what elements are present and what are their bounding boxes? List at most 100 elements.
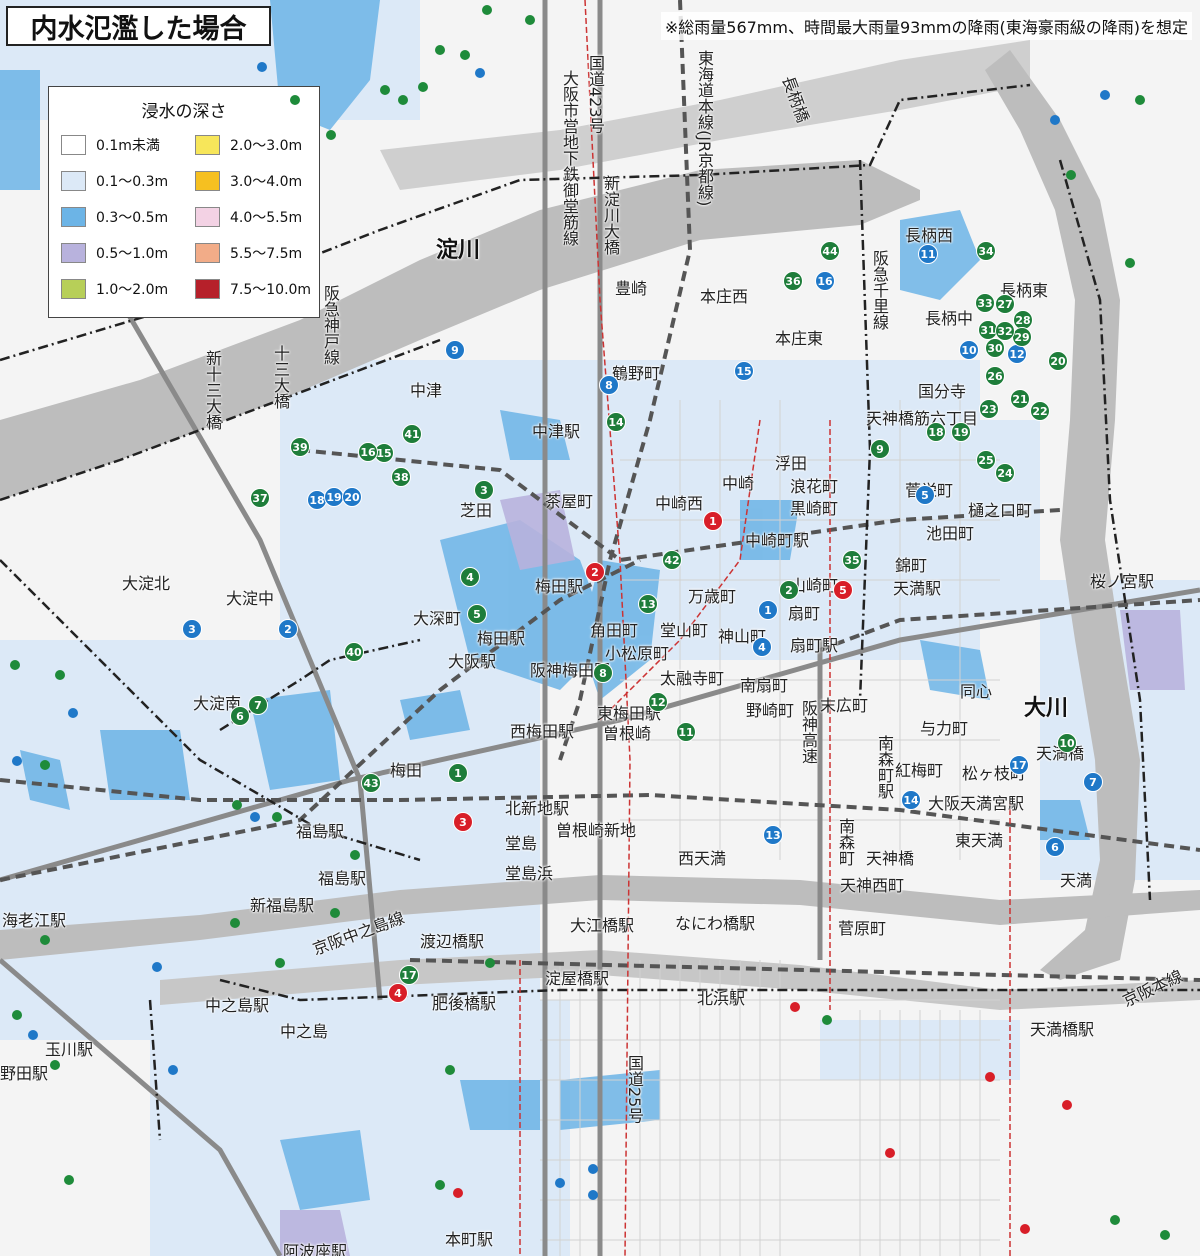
shelter-marker-blue[interactable]: 17: [1009, 755, 1029, 775]
shelter-marker-green[interactable]: 25: [976, 450, 996, 470]
shelter-marker-green[interactable]: 19: [951, 422, 971, 442]
shelter-marker-blue[interactable]: 11: [918, 244, 938, 264]
shelter-marker-red[interactable]: 4: [388, 983, 408, 1003]
shelter-marker-green[interactable]: 6: [230, 706, 250, 726]
shelter-marker-blue[interactable]: 9: [445, 340, 465, 360]
shelter-marker-green[interactable]: 41: [402, 424, 422, 444]
shelter-marker-blue[interactable]: 3: [182, 619, 202, 639]
facility-dot: [588, 1190, 598, 1200]
shelter-marker-green[interactable]: 27: [995, 294, 1015, 314]
shelter-marker-green[interactable]: 33: [975, 293, 995, 313]
shelter-marker-green[interactable]: 35: [842, 550, 862, 570]
shelter-marker-green[interactable]: 18: [926, 422, 946, 442]
map-label: 本庄西: [700, 287, 749, 306]
map-label: 小松原町: [605, 644, 670, 663]
facility-dot: [555, 1178, 565, 1188]
shelter-marker-green[interactable]: 17: [399, 965, 419, 985]
shelter-marker-green[interactable]: 37: [250, 488, 270, 508]
shelter-marker-green[interactable]: 5: [467, 604, 487, 624]
shelter-marker-green[interactable]: 22: [1030, 401, 1050, 421]
legend-item: 3.0〜4.0m: [195, 171, 302, 191]
shelter-marker-green[interactable]: 38: [391, 467, 411, 487]
facility-dot: [10, 660, 20, 670]
shelter-marker-green[interactable]: 26: [985, 366, 1005, 386]
shelter-marker-red[interactable]: 1: [703, 511, 723, 531]
shelter-marker-blue[interactable]: 19: [324, 487, 344, 507]
shelter-marker-green[interactable]: 9: [870, 439, 890, 459]
shelter-marker-green[interactable]: 7: [248, 695, 268, 715]
shelter-marker-red[interactable]: 2: [585, 562, 605, 582]
map-label: 中之島駅: [205, 996, 270, 1015]
map-label: 万歳町: [688, 587, 737, 606]
map-label: 渡辺橋駅: [420, 932, 485, 951]
shelter-marker-green[interactable]: 21: [1010, 389, 1030, 409]
shelter-marker-green[interactable]: 4: [460, 567, 480, 587]
shelter-marker-green[interactable]: 32: [995, 321, 1015, 341]
shelter-marker-blue[interactable]: 4: [752, 637, 772, 657]
shelter-marker-green[interactable]: 16: [358, 442, 378, 462]
facility-dot: [525, 15, 535, 25]
map-label: 錦町: [895, 556, 928, 575]
shelter-marker-green[interactable]: 24: [995, 463, 1015, 483]
shelter-marker-blue[interactable]: 5: [915, 485, 935, 505]
shelter-marker-green[interactable]: 34: [976, 241, 996, 261]
map-label: 南森町: [836, 818, 855, 866]
map-label: 海老江駅: [2, 911, 67, 930]
map-label: 扇町駅: [790, 636, 839, 655]
shelter-marker-blue[interactable]: 12: [1007, 344, 1027, 364]
legend-label: 0.1m未満: [96, 138, 160, 154]
map-label: 東海道本線(JR京都線): [695, 50, 714, 207]
facility-dot: [350, 850, 360, 860]
shelter-marker-green[interactable]: 8: [593, 663, 613, 683]
shelter-marker-green[interactable]: 14: [606, 412, 626, 432]
facility-dot: [257, 62, 267, 72]
shelter-marker-green[interactable]: 39: [290, 437, 310, 457]
shelter-marker-blue[interactable]: 1: [758, 600, 778, 620]
shelter-marker-green[interactable]: 30: [985, 338, 1005, 358]
map-label: 大江橋駅: [570, 916, 635, 935]
shelter-marker-green[interactable]: 44: [820, 241, 840, 261]
map-label: 阪急神戸線: [321, 285, 340, 365]
shelter-marker-green[interactable]: 1: [448, 763, 468, 783]
shelter-marker-green[interactable]: 11: [676, 722, 696, 742]
legend-item: 2.0〜3.0m: [195, 135, 302, 155]
legend-swatch: [195, 279, 220, 299]
shelter-marker-red[interactable]: 3: [453, 812, 473, 832]
shelter-marker-blue[interactable]: 7: [1083, 772, 1103, 792]
flood-map[interactable]: 内水氾濫した場合 ※総雨量567mm、時間最大雨量93mmの降雨(東海豪雨級の降…: [0, 0, 1200, 1256]
shelter-marker-blue[interactable]: 13: [763, 825, 783, 845]
shelter-marker-blue[interactable]: 6: [1045, 837, 1065, 857]
shelter-marker-green[interactable]: 13: [638, 594, 658, 614]
shelter-marker-blue[interactable]: 2: [278, 619, 298, 639]
shelter-marker-green[interactable]: 42: [662, 550, 682, 570]
map-label: 樋之口町: [968, 501, 1033, 520]
map-label: 天満駅: [893, 579, 942, 598]
map-label: 新十三大橋: [203, 350, 222, 430]
facility-dot: [445, 1065, 455, 1075]
shelter-marker-blue[interactable]: 8: [599, 375, 619, 395]
shelter-marker-green[interactable]: 36: [783, 271, 803, 291]
map-label: 新淀川大橋: [601, 175, 620, 255]
shelter-marker-green[interactable]: 2: [779, 580, 799, 600]
shelter-marker-blue[interactable]: 14: [901, 790, 921, 810]
shelter-marker-blue[interactable]: 20: [342, 487, 362, 507]
shelter-marker-red[interactable]: 5: [833, 580, 853, 600]
facility-dot: [985, 1072, 995, 1082]
map-label: 堂島浜: [505, 864, 554, 883]
shelter-marker-green[interactable]: 3: [474, 480, 494, 500]
shelter-marker-green[interactable]: 12: [648, 692, 668, 712]
shelter-marker-green[interactable]: 29: [1012, 327, 1032, 347]
shelter-marker-green[interactable]: 40: [344, 642, 364, 662]
facility-dot: [50, 1060, 60, 1070]
legend-item: 0.5〜1.0m: [61, 243, 168, 263]
shelter-marker-green[interactable]: 23: [979, 399, 999, 419]
facility-dot: [475, 68, 485, 78]
shelter-marker-blue[interactable]: 15: [734, 361, 754, 381]
facility-dot: [1100, 90, 1110, 100]
shelter-marker-blue[interactable]: 16: [815, 271, 835, 291]
shelter-marker-blue[interactable]: 10: [959, 340, 979, 360]
shelter-marker-green[interactable]: 20: [1048, 351, 1068, 371]
shelter-marker-green[interactable]: 43: [361, 773, 381, 793]
shelter-marker-green[interactable]: 10: [1057, 733, 1077, 753]
map-label: 大深町: [413, 609, 462, 628]
